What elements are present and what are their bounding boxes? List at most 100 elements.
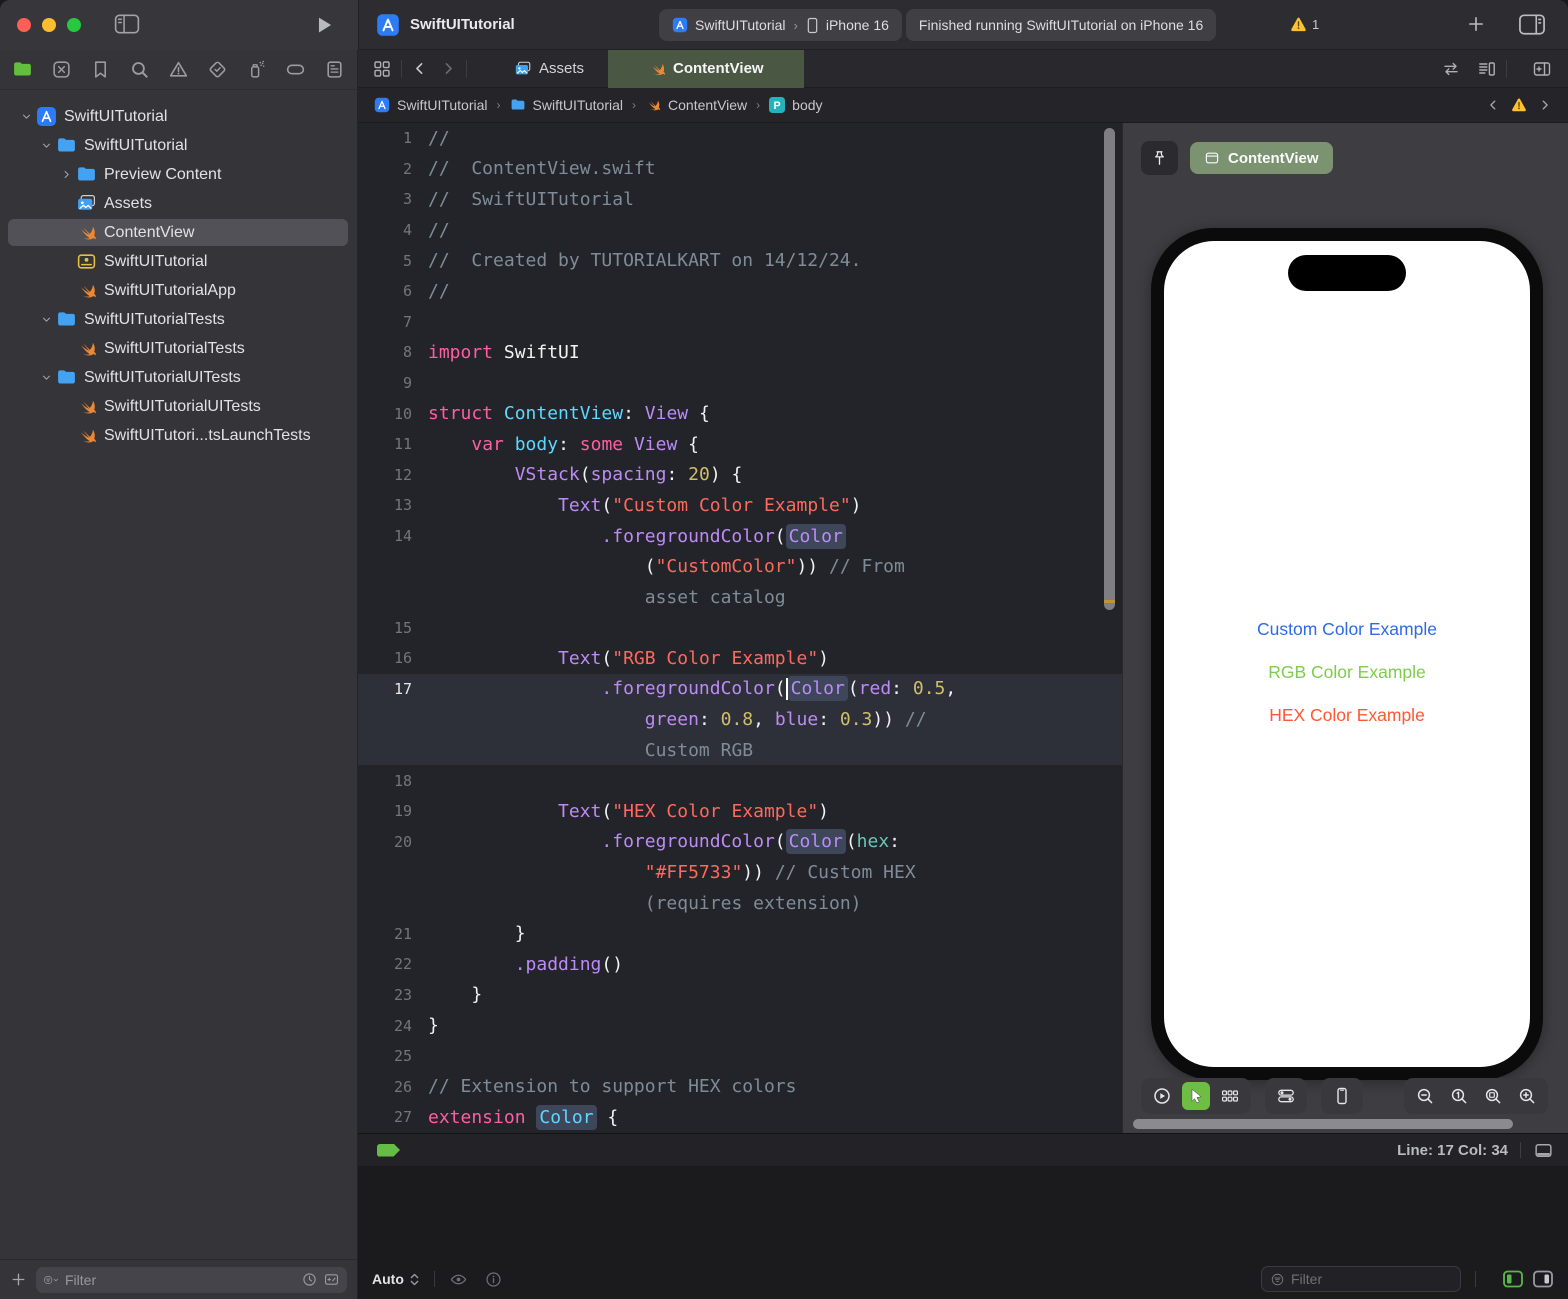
swift-icon — [76, 222, 97, 243]
code-line: 7 — [402, 312, 412, 331]
console-mode-select[interactable]: Auto — [372, 1271, 404, 1287]
code-line: 21 } — [393, 923, 526, 945]
preview-canvas: ContentView Custom Color Example RGB Colo… — [1122, 123, 1568, 1133]
tree-item-swiftuitutorial[interactable]: SwiftUITutorial — [0, 131, 356, 160]
project-navigator-icon[interactable] — [12, 59, 33, 80]
code-line: 19 Text("HEX Color Example") — [393, 800, 829, 822]
breadcrumb-item-contentview[interactable]: ContentView — [645, 97, 747, 113]
activity-status[interactable]: Finished running SwiftUITutorial on iPho… — [905, 9, 1217, 41]
inspector-toggle-icon[interactable] — [1518, 13, 1546, 36]
zoom-in-icon[interactable] — [1513, 1082, 1541, 1110]
editor-options-icon[interactable] — [1477, 59, 1497, 79]
issues-icon[interactable] — [168, 59, 189, 80]
add-file-button[interactable] — [10, 1271, 27, 1288]
add-tab-icon[interactable] — [1466, 14, 1486, 34]
breadcrumb-separator: › — [496, 98, 501, 112]
warning-badge[interactable]: 1 — [1289, 15, 1319, 34]
fullscreen-button[interactable] — [67, 18, 81, 32]
open-tabs: Assets ContentView — [490, 49, 804, 88]
tab-assets[interactable]: Assets — [490, 50, 608, 88]
tab-contentview[interactable]: ContentView — [608, 49, 804, 88]
code-line: 16 Text("RGB Color Example") — [393, 647, 829, 669]
sidebar-toggle-icon[interactable] — [114, 13, 140, 35]
variants-icon[interactable] — [1216, 1082, 1244, 1110]
disclosure-chevron-icon[interactable] — [56, 169, 76, 180]
device-settings-icon[interactable] — [1272, 1082, 1300, 1110]
assets-icon — [76, 193, 97, 214]
previous-issue-icon[interactable] — [1486, 98, 1500, 112]
debug-gauge-icon[interactable] — [246, 59, 267, 80]
close-button[interactable] — [17, 18, 31, 32]
console-view-toggle-icon[interactable] — [1532, 1269, 1554, 1289]
next-issue-icon[interactable] — [1538, 98, 1552, 112]
device-icon[interactable] — [1328, 1082, 1356, 1110]
folder-icon — [56, 135, 77, 156]
canvas-scrollbar[interactable] — [1133, 1119, 1513, 1129]
source-control-icon[interactable] — [51, 59, 72, 80]
code-line: 20 .foregroundColor(Color (hex: — [393, 829, 901, 855]
tree-item-swiftuitutorialtests[interactable]: SwiftUITutorialTests — [0, 334, 356, 363]
tree-item-swiftuitutorial[interactable]: SwiftUITutorial — [0, 102, 356, 131]
console-filter-field[interactable] — [1261, 1266, 1461, 1292]
info-icon[interactable] — [484, 1270, 503, 1289]
source-control-status-icon[interactable] — [323, 1271, 340, 1288]
tree-item-swiftuitutorialuitests[interactable]: SwiftUITutorialUITests — [0, 392, 356, 421]
tree-item-contentview[interactable]: ContentView — [0, 218, 356, 247]
disclosure-chevron-icon[interactable] — [16, 111, 36, 122]
filter-input[interactable] — [65, 1271, 295, 1288]
preview-screen[interactable]: Custom Color Example RGB Color Example HEX… — [1164, 241, 1530, 1067]
tree-item-swiftuitutorialuitests[interactable]: SwiftUITutorialUITests — [0, 363, 356, 392]
issue-warning-icon[interactable] — [1510, 96, 1528, 114]
tree-item-label: SwiftUITutorial — [64, 107, 168, 125]
zoom-out-icon[interactable] — [1411, 1082, 1439, 1110]
debug-area-toggle-icon[interactable] — [1533, 1140, 1554, 1161]
tree-item-assets[interactable]: Assets — [0, 189, 356, 218]
code-line: 13 Text("Custom Color Example") — [393, 494, 862, 516]
breadcrumb-item-swiftuitutorial[interactable]: SwiftUITutorial — [510, 97, 623, 113]
folder-icon — [56, 309, 77, 330]
reports-icon[interactable] — [324, 59, 345, 80]
tree-item-preview-content[interactable]: Preview Content — [0, 160, 356, 189]
forward-icon[interactable] — [440, 60, 457, 77]
selectable-mode-icon[interactable] — [1182, 1082, 1210, 1110]
zoom-fit-icon[interactable] — [1479, 1082, 1507, 1110]
pin-preview-button[interactable] — [1141, 141, 1178, 175]
chevron-separator: › — [793, 17, 798, 33]
related-items-icon[interactable] — [372, 59, 392, 79]
breadcrumb-item-body[interactable]: Pbody — [769, 97, 823, 113]
preview-toolbar-group — [1141, 1078, 1251, 1114]
breadcrumb-separator: › — [756, 98, 761, 112]
tree-item-swiftuitutorialapp[interactable]: SwiftUITutorialApp — [0, 276, 356, 305]
tree-item-swiftuitutori-tslaunchtests[interactable]: SwiftUITutori...tsLaunchTests — [0, 421, 356, 450]
navigator-filter-field[interactable] — [36, 1266, 347, 1293]
add-editor-icon[interactable] — [1532, 59, 1552, 79]
breakpoints-icon[interactable] — [285, 59, 306, 80]
bookmarks-icon[interactable] — [90, 59, 111, 80]
assets-icon — [514, 60, 532, 78]
tree-item-swiftuitutorialtests[interactable]: SwiftUITutorialTests — [0, 305, 356, 334]
disclosure-chevron-icon[interactable] — [36, 372, 56, 383]
back-icon[interactable] — [411, 60, 428, 77]
tests-icon[interactable] — [207, 59, 228, 80]
editor-scrollbar[interactable] — [1104, 128, 1115, 610]
tab-label: ContentView — [673, 60, 764, 77]
variables-view-toggle-icon[interactable] — [1502, 1269, 1524, 1289]
source-editor[interactable]: 1// 2// ContentView.swift 3// SwiftUITutor… — [358, 123, 1122, 1133]
debug-bottom-bar: Auto — [358, 1259, 1568, 1299]
zoom-100-icon[interactable] — [1445, 1082, 1473, 1110]
disclosure-chevron-icon[interactable] — [36, 314, 56, 325]
live-preview-icon[interactable] — [1148, 1082, 1176, 1110]
preview-target-pill[interactable]: ContentView — [1190, 142, 1333, 174]
disclosure-chevron-icon[interactable] — [36, 140, 56, 151]
breadcrumb-item-swiftuitutorial[interactable]: SwiftUITutorial — [374, 97, 488, 113]
console-filter-input[interactable] — [1291, 1271, 1452, 1287]
tree-item-swiftuitutorial[interactable]: SwiftUITutorial — [0, 247, 356, 276]
find-icon[interactable] — [129, 59, 150, 80]
filter-icon — [43, 1272, 59, 1288]
recent-files-icon[interactable] — [301, 1271, 318, 1288]
minimize-button[interactable] — [42, 18, 56, 32]
run-button[interactable] — [316, 15, 333, 35]
quicklook-icon[interactable] — [449, 1270, 468, 1289]
related-editor-icon[interactable] — [1441, 59, 1461, 79]
scheme-selector[interactable]: SwiftUITutorial › iPhone 16 — [659, 9, 902, 41]
